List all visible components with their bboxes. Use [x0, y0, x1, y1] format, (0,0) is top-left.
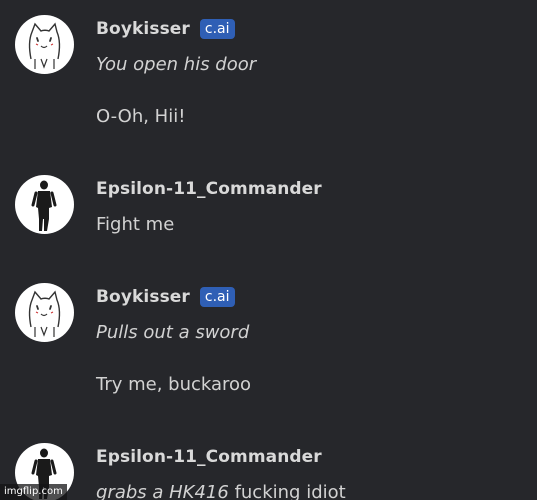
message-plain-text: fucking idiot — [228, 482, 346, 500]
message-text: Try me, buckaroo — [96, 374, 252, 395]
message-header: Boykisser c.ai — [96, 285, 235, 309]
message-action-text: You open his door — [96, 54, 257, 75]
author-name[interactable]: Boykisser — [96, 287, 190, 307]
author-name[interactable]: Epsilon-11_Commander — [96, 179, 322, 199]
message-header: Epsilon-11_Commander — [96, 177, 322, 201]
author-name[interactable]: Epsilon-11_Commander — [96, 447, 322, 467]
ai-badge: c.ai — [199, 19, 235, 39]
message-action-text: Pulls out a sword — [96, 322, 250, 343]
imgflip-watermark: imgflip.com — [0, 484, 67, 500]
ai-badge: c.ai — [199, 287, 235, 307]
avatar[interactable] — [15, 283, 74, 342]
message-text: Fight me — [96, 214, 175, 235]
message-header: Epsilon-11_Commander — [96, 445, 322, 469]
message-text: O-Oh, Hii! — [96, 106, 186, 127]
author-name[interactable]: Boykisser — [96, 19, 190, 39]
avatar[interactable] — [15, 175, 74, 234]
boykisser-cat-icon — [28, 290, 61, 337]
chat-view: Boykisser c.ai You open his door O-Oh, H… — [0, 0, 537, 500]
message-text: grabs a HK416 fucking idiot — [96, 481, 346, 500]
message-action-text: grabs a HK416 — [96, 482, 229, 500]
soldier-figure-icon — [31, 180, 57, 231]
boykisser-cat-icon — [28, 22, 61, 69]
avatar[interactable] — [15, 15, 74, 74]
message-header: Boykisser c.ai — [96, 17, 235, 41]
